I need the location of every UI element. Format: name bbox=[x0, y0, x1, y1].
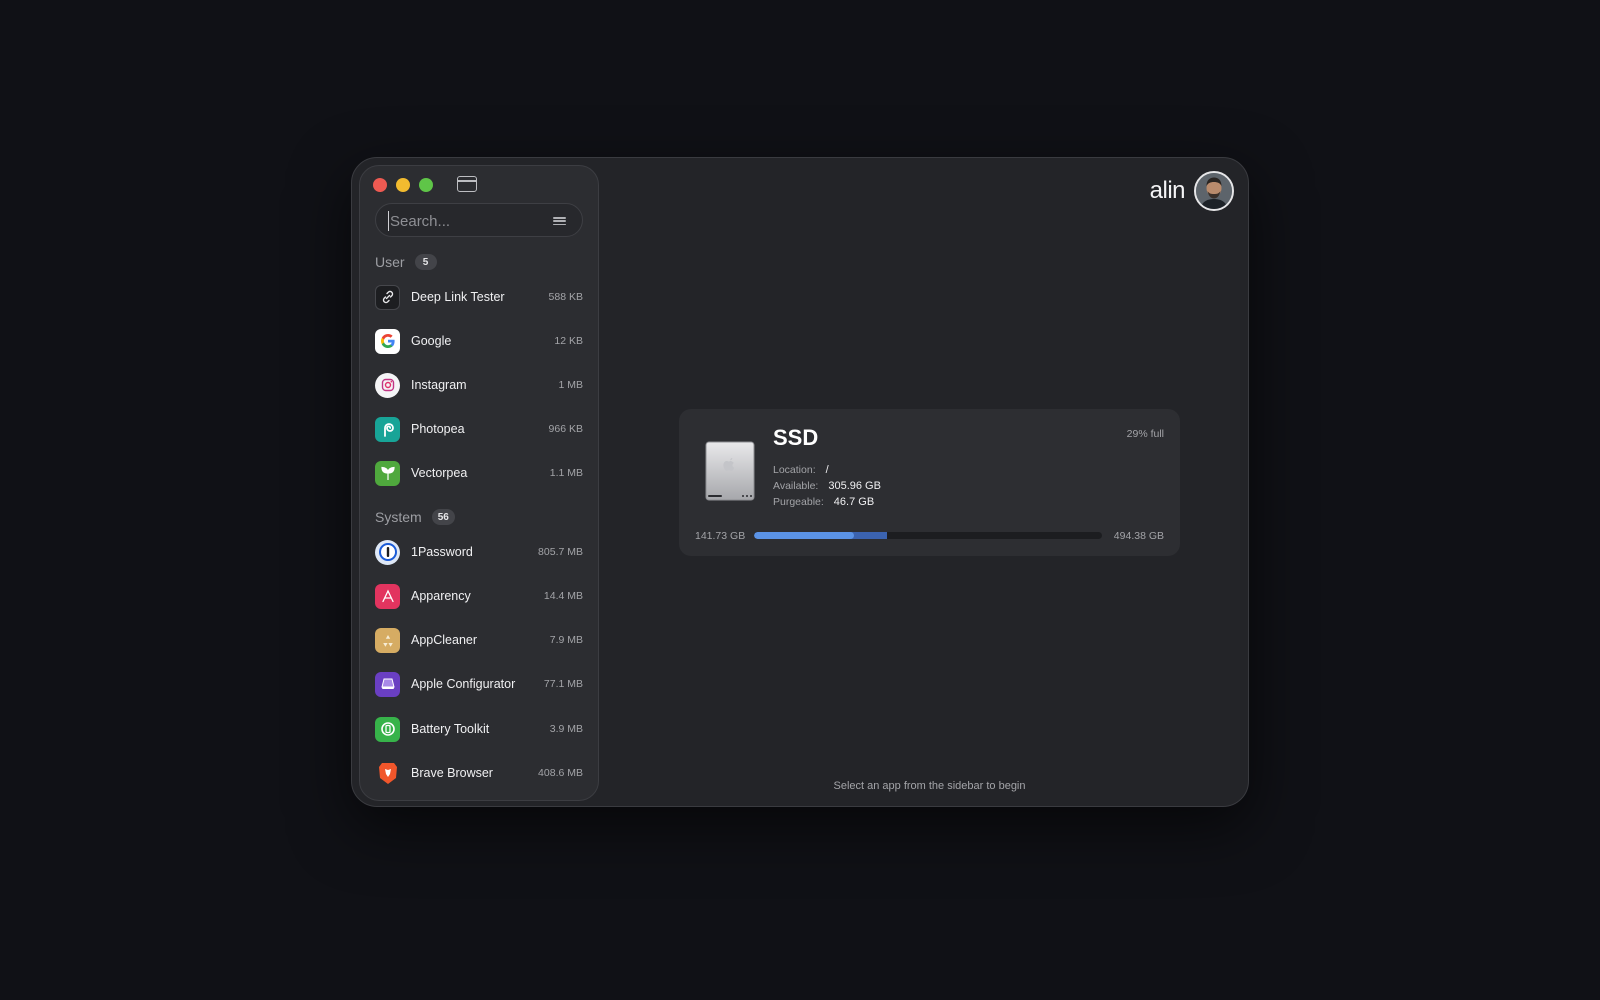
purgeable-value: 46.7 GB bbox=[833, 496, 875, 508]
sidebar: User 5 Deep Link Tester 588 KB Google 12… bbox=[359, 165, 599, 801]
app-size: 12 KB bbox=[554, 335, 583, 347]
user-name: alin bbox=[1149, 177, 1186, 204]
app-name: Instagram bbox=[411, 378, 467, 392]
disk-title: SSD bbox=[773, 425, 819, 450]
avatar[interactable] bbox=[1194, 171, 1234, 211]
app-size: 588 KB bbox=[548, 291, 583, 303]
apparency-icon bbox=[375, 583, 400, 609]
app-name: Deep Link Tester bbox=[411, 290, 505, 304]
close-button[interactable] bbox=[373, 178, 387, 192]
available-row: Available: 305.96 GB bbox=[773, 480, 881, 492]
app-name: Battery Toolkit bbox=[411, 722, 490, 736]
purgeable-label: Purgeable: bbox=[773, 496, 824, 508]
section-user: User 5 bbox=[375, 254, 437, 270]
app-item-photopea[interactable]: Photopea 966 KB bbox=[375, 414, 583, 444]
link-icon bbox=[375, 284, 400, 310]
instagram-icon bbox=[375, 372, 400, 398]
empty-state-hint: Select an app from the sidebar to begin bbox=[833, 780, 1026, 792]
location-value: / bbox=[825, 464, 829, 476]
google-icon bbox=[375, 328, 400, 354]
app-item-deep-link-tester[interactable]: Deep Link Tester 588 KB bbox=[375, 282, 583, 312]
sidebar-toggle-icon[interactable] bbox=[457, 176, 477, 192]
app-size: 3.9 MB bbox=[549, 723, 583, 735]
app-item-vectorpea[interactable]: Vectorpea 1.1 MB bbox=[375, 458, 583, 488]
app-item-apple-configurator[interactable]: Apple Configurator 77.1 MB bbox=[375, 669, 583, 699]
app-size: 1.1 MB bbox=[549, 467, 583, 479]
app-item-appcleaner[interactable]: AppCleaner 7.9 MB bbox=[375, 625, 583, 655]
disk-card: SSD 29% full Location: / Available: 305.… bbox=[679, 409, 1180, 556]
vectorpea-icon bbox=[375, 460, 400, 486]
search-input[interactable] bbox=[388, 211, 538, 231]
app-window: User 5 Deep Link Tester 588 KB Google 12… bbox=[351, 157, 1249, 807]
app-name: Apple Configurator bbox=[411, 677, 516, 691]
app-item-1password[interactable]: 1Password 805.7 MB bbox=[375, 537, 583, 567]
purgeable-row: Purgeable: 46.7 GB bbox=[773, 496, 874, 508]
app-size: 1 MB bbox=[558, 379, 583, 391]
filter-icon[interactable] bbox=[553, 217, 566, 226]
appcleaner-icon bbox=[375, 627, 400, 653]
app-size: 408.6 MB bbox=[538, 767, 583, 779]
app-item-instagram[interactable]: Instagram 1 MB bbox=[375, 370, 583, 400]
available-label: Available: bbox=[773, 480, 819, 492]
brave-icon bbox=[375, 761, 400, 786]
app-size: 966 KB bbox=[548, 423, 583, 435]
app-item-apparency[interactable]: Apparency 14.4 MB bbox=[375, 581, 583, 611]
app-name: AppCleaner bbox=[411, 633, 478, 647]
usage-bar bbox=[754, 532, 1102, 539]
used-fill bbox=[754, 532, 854, 539]
section-system: System 56 bbox=[375, 509, 455, 525]
purgeable-fill bbox=[850, 532, 887, 539]
used-space: 141.73 GB bbox=[695, 530, 746, 542]
zoom-button[interactable] bbox=[419, 178, 433, 192]
location-label: Location: bbox=[773, 464, 816, 476]
app-name: Google bbox=[411, 334, 452, 348]
location-row: Location: / bbox=[773, 464, 829, 476]
section-title: User bbox=[375, 254, 405, 270]
app-size: 805.7 MB bbox=[538, 546, 583, 558]
app-item-google[interactable]: Google 12 KB bbox=[375, 326, 583, 356]
1password-icon bbox=[375, 539, 400, 565]
drive-icon bbox=[705, 441, 755, 501]
app-size: 14.4 MB bbox=[543, 590, 583, 602]
app-name: Apparency bbox=[411, 589, 471, 603]
search-field bbox=[375, 203, 583, 237]
app-name: Photopea bbox=[411, 422, 465, 436]
app-item-brave-browser[interactable]: Brave Browser 408.6 MB bbox=[375, 758, 583, 788]
window-controls bbox=[373, 178, 433, 192]
app-item-battery-toolkit[interactable]: Battery Toolkit 3.9 MB bbox=[375, 714, 583, 744]
battery-toolkit-icon bbox=[375, 716, 400, 742]
disk-fill-label: 29% full bbox=[1126, 428, 1164, 440]
count-badge: 56 bbox=[431, 509, 455, 525]
user-account[interactable]: alin bbox=[1150, 171, 1234, 211]
minimize-button[interactable] bbox=[396, 178, 410, 192]
available-value: 305.96 GB bbox=[828, 480, 881, 492]
count-badge: 5 bbox=[414, 254, 437, 270]
app-size: 7.9 MB bbox=[549, 634, 583, 646]
photopea-icon bbox=[375, 416, 400, 442]
section-title: System bbox=[375, 509, 422, 525]
total-space: 494.38 GB bbox=[1113, 530, 1164, 542]
app-name: Vectorpea bbox=[411, 466, 468, 480]
app-name: 1Password bbox=[411, 545, 473, 559]
apple-configurator-icon bbox=[375, 671, 400, 697]
app-size: 77.1 MB bbox=[543, 678, 583, 690]
app-name: Brave Browser bbox=[411, 766, 493, 780]
